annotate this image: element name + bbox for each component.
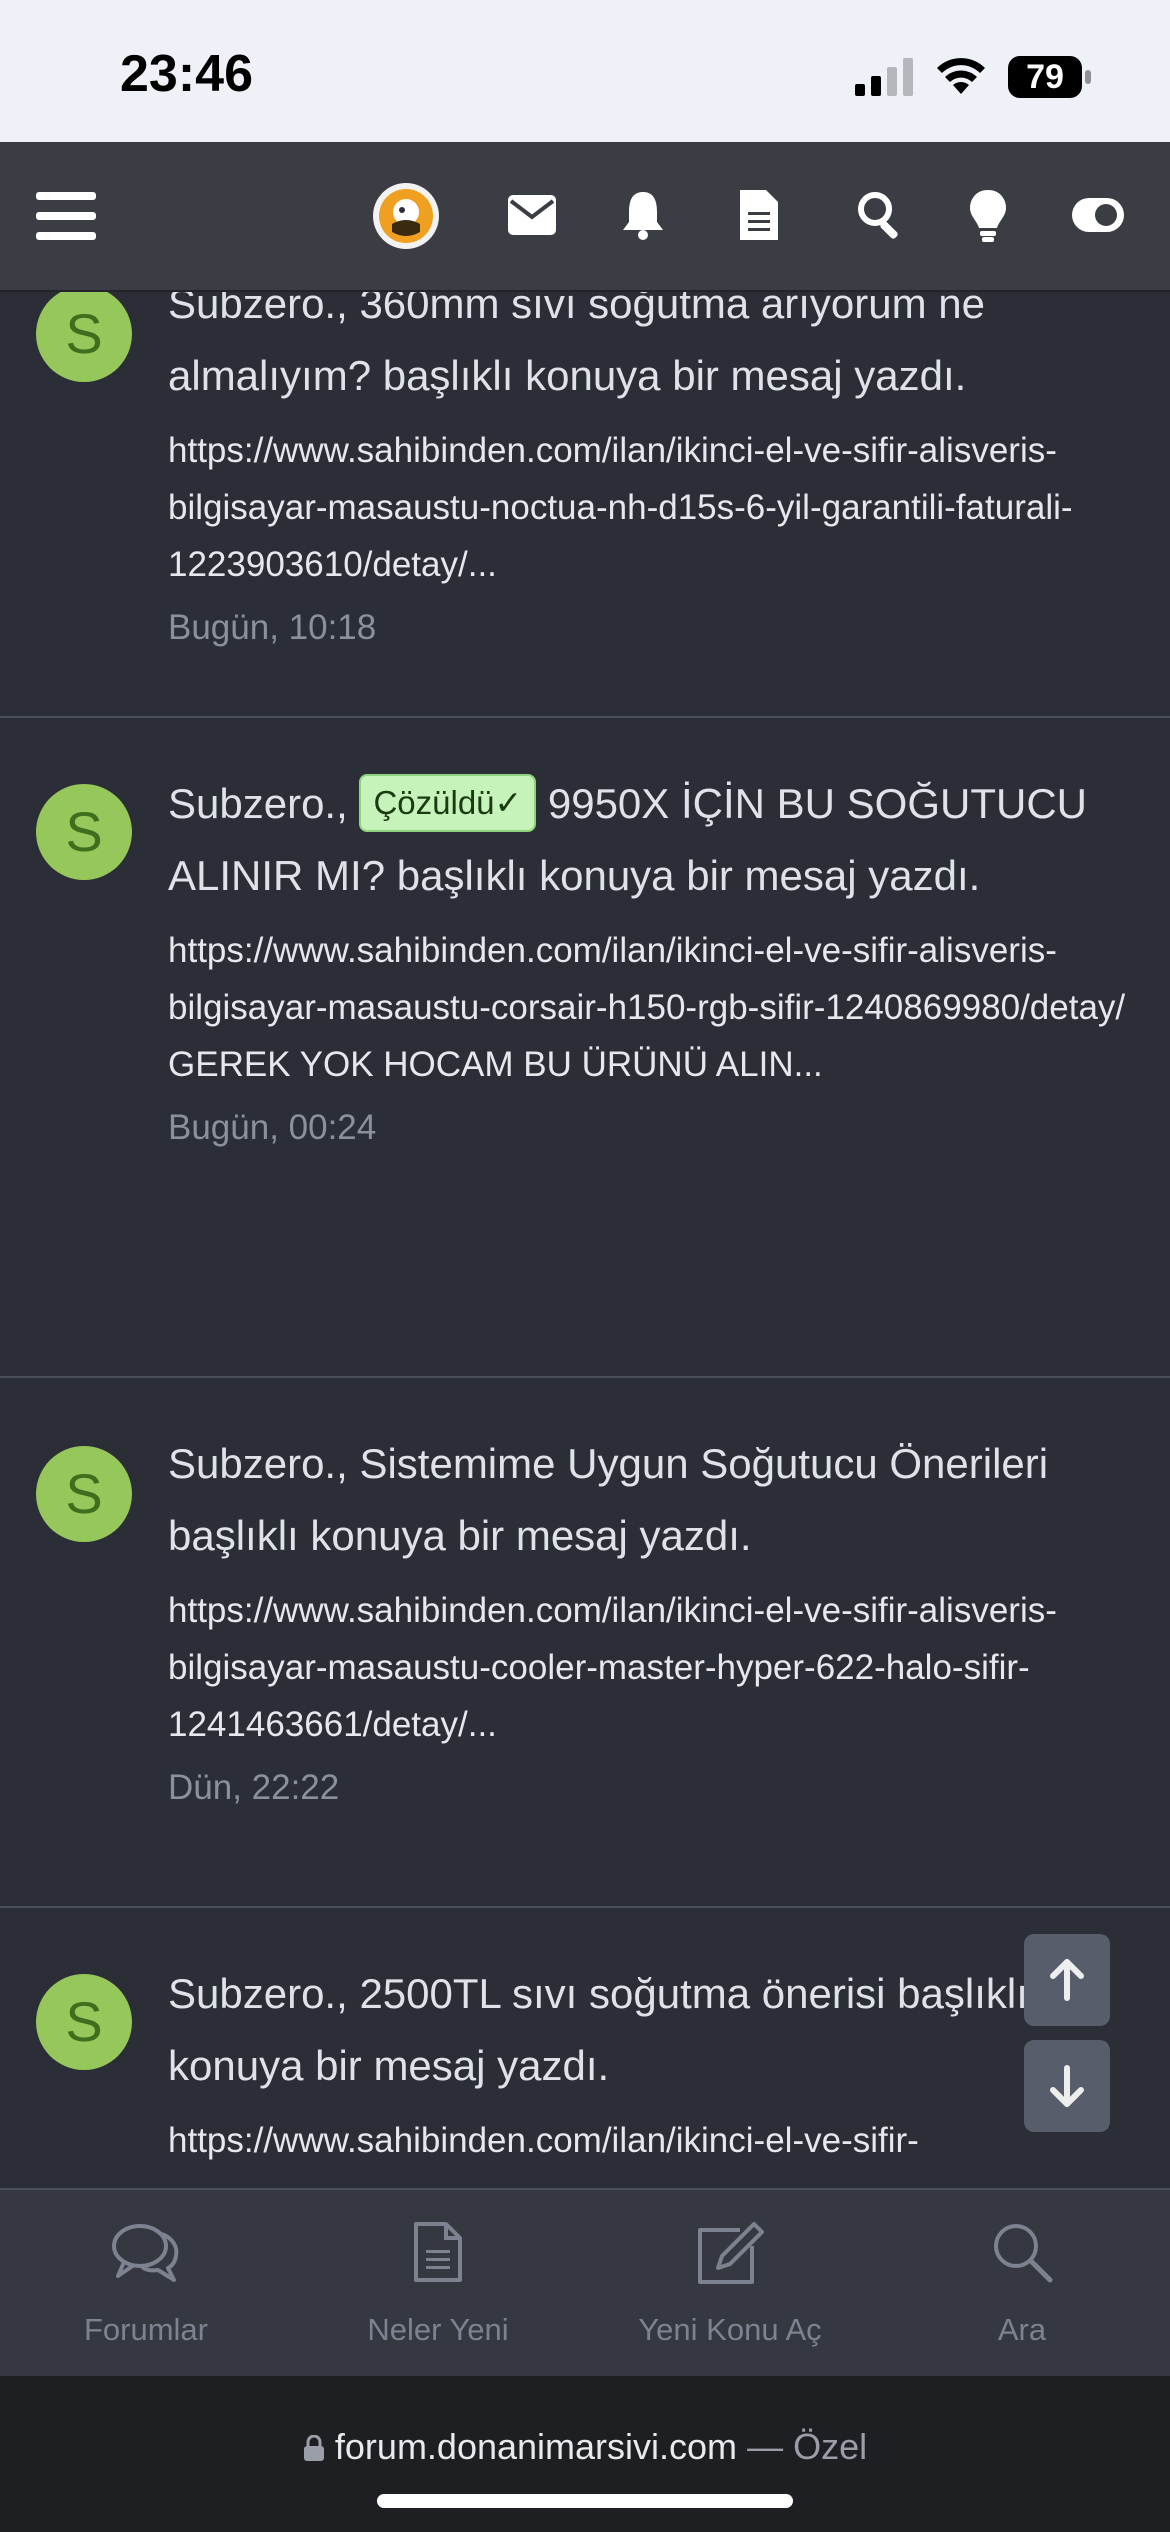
arrow-down-icon <box>1050 2065 1084 2107</box>
status-time: 23:46 <box>120 45 253 103</box>
battery-indicator: 79 <box>1008 56 1092 98</box>
entry-snippet: https://www.sahibinden.com/ilan/ikinci-e… <box>168 931 1126 1084</box>
search-icon <box>994 2224 1053 2283</box>
arrow-up-icon <box>1050 1959 1084 2001</box>
avatar[interactable]: S <box>36 1446 132 1542</box>
url-display[interactable]: forum.donanimarsivi.com — Özel <box>0 2426 1170 2468</box>
tab-label: Neler Yeni <box>367 2312 509 2347</box>
entry-date: Dün, 22:22 <box>168 1768 340 1807</box>
lightbulb-icon[interactable] <box>968 188 1008 242</box>
search-icon[interactable] <box>856 190 904 240</box>
entry-snippet: https://www.sahibinden.com/ilan/ikinci-e… <box>168 1591 1057 1744</box>
scroll-to-top-button[interactable] <box>1024 1934 1110 2026</box>
tab-search[interactable]: Ara <box>876 2190 1168 2378</box>
entry-title[interactable]: Subzero., Sistemime Uygun Soğutucu Öneri… <box>168 1428 1138 1572</box>
tab-new-thread[interactable]: Yeni Konu Aç <box>584 2190 876 2378</box>
bell-icon[interactable] <box>622 190 664 240</box>
browser-address-bar[interactable]: forum.donanimarsivi.com — Özel <box>0 2376 1170 2532</box>
url-text: forum.donanimarsivi.com <box>334 2426 738 2467</box>
battery-percent: 79 <box>1026 58 1064 96</box>
entry-title[interactable]: Subzero., 2500TL sıvı soğutma önerisi ba… <box>168 1958 1138 2102</box>
tab-whats-new[interactable]: Neler Yeni <box>292 2190 584 2378</box>
app-header <box>0 142 1170 292</box>
list-item[interactable]: S Subzero., 2500TL sıvı soğutma önerisi … <box>0 1908 1170 2188</box>
wifi-icon <box>937 58 985 94</box>
activity-list: S Subzero., 360mm sıvı soğutma arıyorum … <box>0 292 1170 2188</box>
avatar[interactable]: S <box>36 1974 132 2070</box>
cellular-signal-icon <box>855 58 913 96</box>
theme-toggle-icon[interactable] <box>1072 198 1124 232</box>
ios-status-bar: 23:46 79 <box>0 0 1170 142</box>
entry-snippet: https://www.sahibinden.com/ilan/ikinci-e… <box>168 431 1073 584</box>
entry-date: Bugün, 10:18 <box>168 608 377 647</box>
entry-title[interactable]: Subzero., 360mm sıvı soğutma arıyorum ne… <box>168 292 1138 412</box>
tab-forums[interactable]: Forumlar <box>0 2190 292 2378</box>
home-indicator[interactable] <box>377 2494 793 2508</box>
tab-label: Yeni Konu Aç <box>638 2312 822 2347</box>
entry-title[interactable]: Subzero., Çözüldü✓ 9950X İÇİN BU SOĞUTUC… <box>168 768 1138 912</box>
avatar[interactable]: S <box>36 784 132 880</box>
document-icon[interactable] <box>740 190 778 240</box>
avatar[interactable]: S <box>36 292 132 382</box>
new-thread-icon <box>698 2222 764 2284</box>
list-item[interactable]: S Subzero., Sistemime Uygun Soğutucu Öne… <box>0 1378 1170 1908</box>
menu-icon[interactable] <box>36 188 96 244</box>
entry-author[interactable]: Subzero., <box>168 780 348 827</box>
list-item[interactable]: S Subzero., Çözüldü✓ 9950X İÇİN BU SOĞUT… <box>0 718 1170 1378</box>
lock-icon <box>303 2435 324 2461</box>
solved-badge: Çözüldü✓ <box>359 774 537 832</box>
mail-icon[interactable] <box>508 195 556 235</box>
tab-label: Forumlar <box>83 2312 208 2347</box>
bottom-tab-bar: Forumlar Neler Yeni Yeni Konu Aç Ara <box>0 2188 1170 2376</box>
entry-snippet: https://www.sahibinden.com/ilan/ikinci-e… <box>168 2121 919 2160</box>
forums-icon <box>112 2224 179 2282</box>
tab-label: Ara <box>997 2312 1047 2347</box>
site-logo[interactable] <box>372 182 440 250</box>
list-item[interactable]: S Subzero., 360mm sıvı soğutma arıyorum … <box>0 292 1170 718</box>
private-mode-label: — Özel <box>747 2426 868 2467</box>
scroll-to-bottom-button[interactable] <box>1024 2040 1110 2132</box>
whats-new-icon <box>414 2222 462 2282</box>
entry-date: Bugün, 00:24 <box>168 1108 377 1147</box>
